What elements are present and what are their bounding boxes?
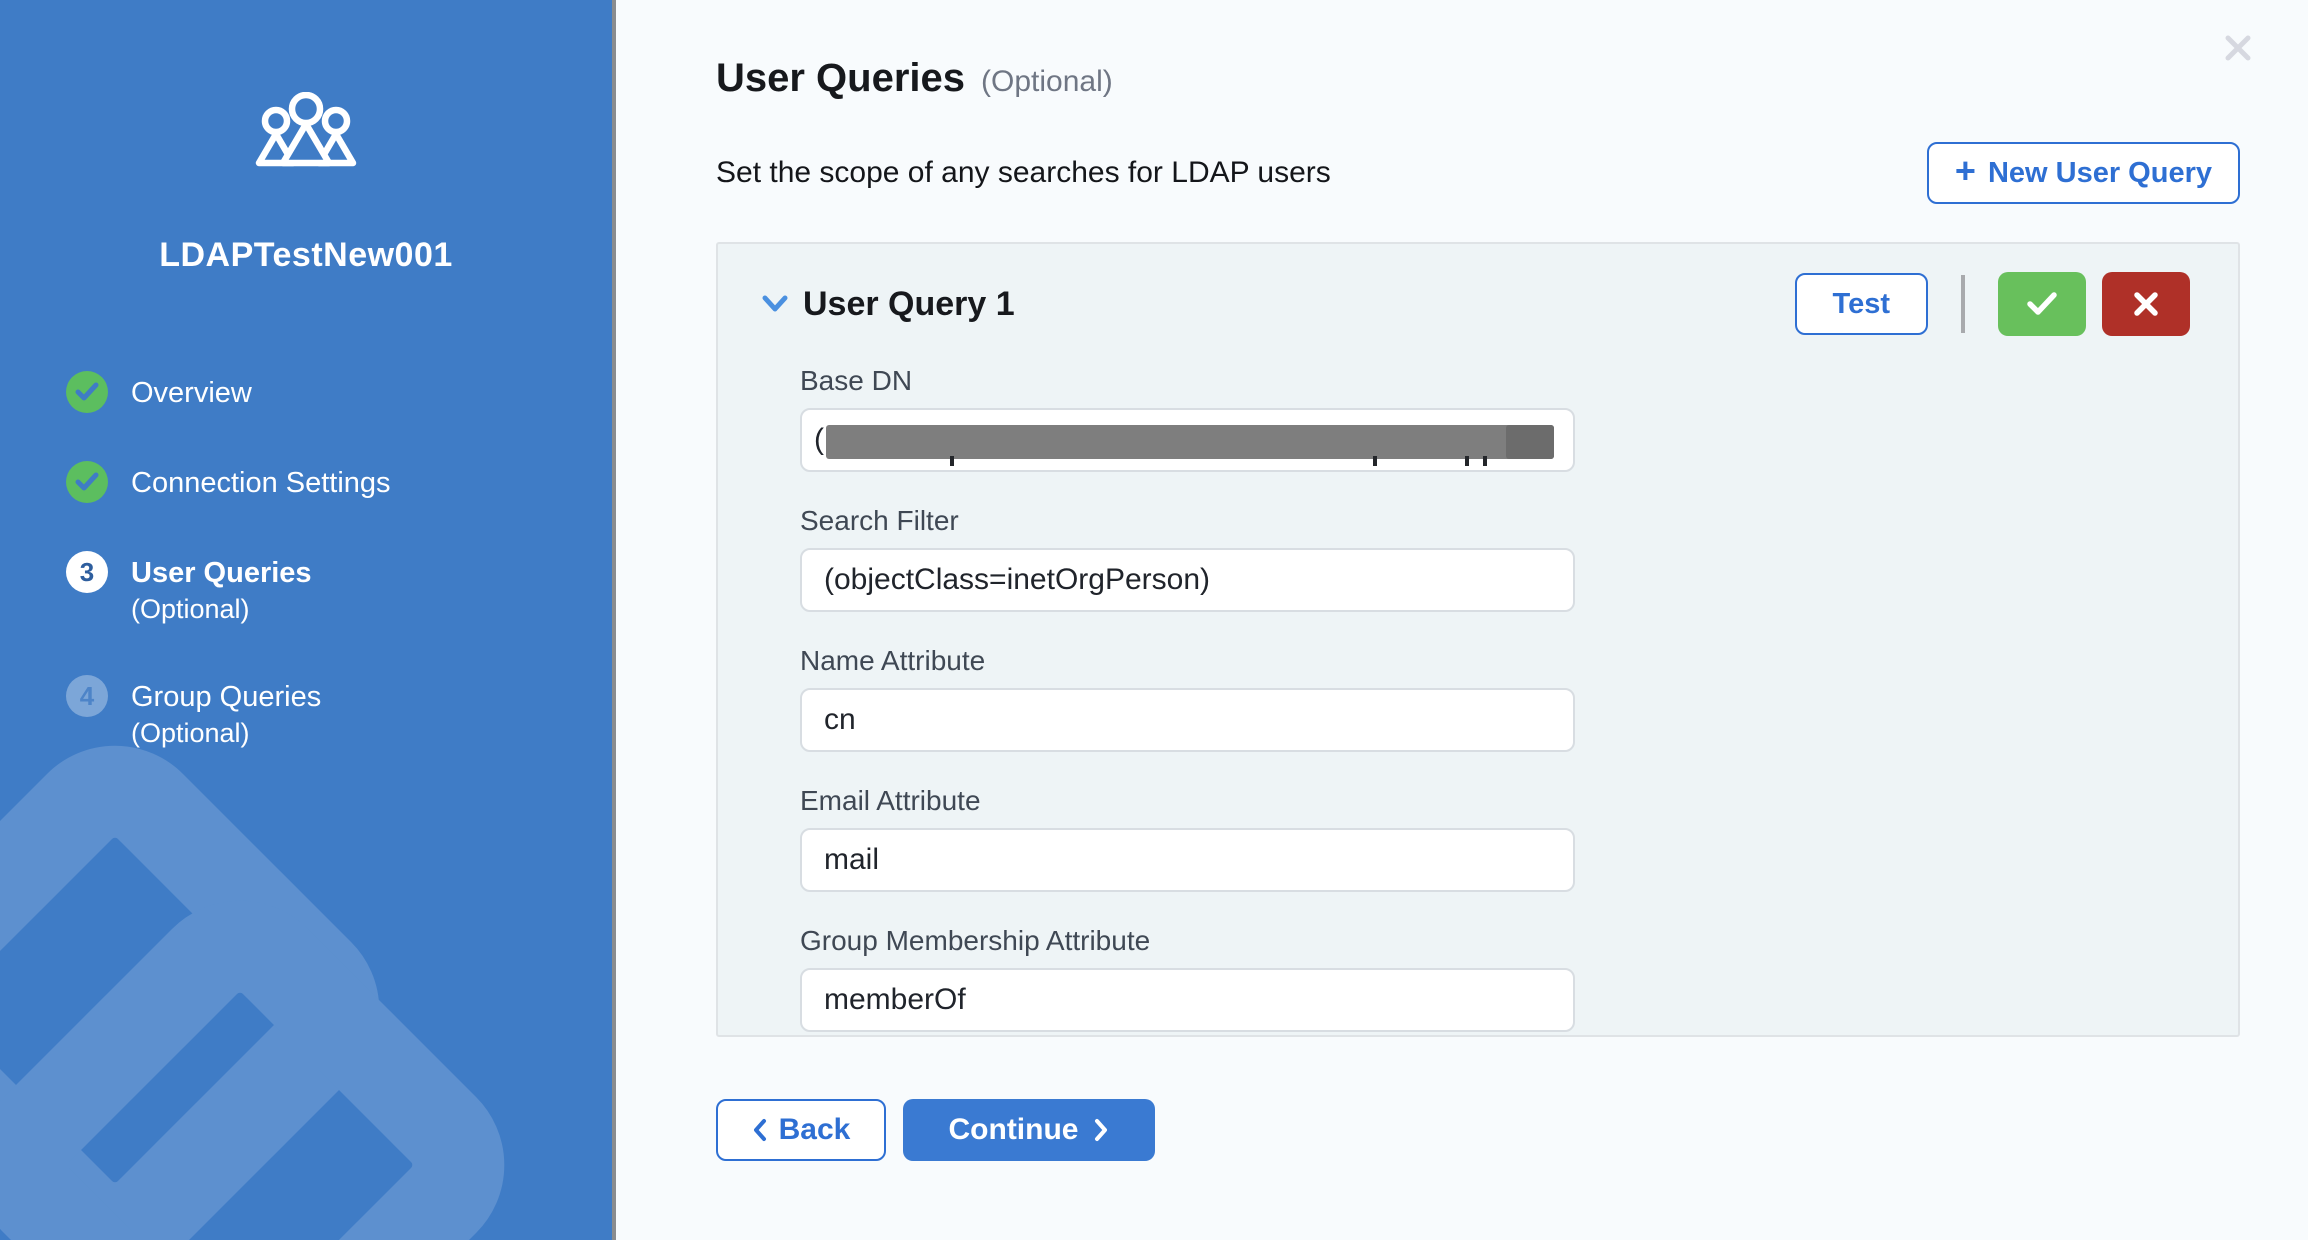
back-label: Back [779,1113,851,1147]
query-card-header: User Query 1 Test [760,272,2190,336]
page-optional-tag: (Optional) [981,65,1113,99]
query-fields: Base DN ( Search Filter (objectClass=ine… [800,364,2190,1032]
name-attribute-label: Name Attribute [800,644,2190,678]
chevron-right-icon [1094,1118,1109,1142]
step-label-sub: (Optional) [131,594,250,624]
connection-name: LDAPTestNew001 [0,236,612,275]
redacted-text-descender [1465,456,1469,466]
step-label: Overview [131,371,252,411]
step-connection-settings[interactable]: Connection Settings [66,461,612,503]
base-dn-field-group: Base DN ( [800,364,2190,472]
continue-button[interactable]: Continue [903,1099,1155,1161]
base-dn-input[interactable]: ( [800,408,1575,472]
confirm-query-button[interactable] [1998,272,2086,336]
step-complete-check-icon [66,461,108,503]
query-card-actions: Test [1795,272,2190,336]
step-label: Connection Settings [131,461,391,501]
search-filter-field-group: Search Filter (objectClass=inetOrgPerson… [800,504,2190,612]
chevron-left-icon [752,1118,767,1142]
user-queries-panel: User Queries (Optional) Set the scope of… [616,0,2308,1240]
check-icon [2025,290,2059,318]
close-icon[interactable] [2223,33,2253,63]
query-card-header-left: User Query 1 [760,285,1015,324]
step-label: Group Queries (Optional) [131,675,321,751]
name-attribute-field-group: Name Attribute cn [800,644,2190,752]
step-overview[interactable]: Overview [66,371,612,413]
query-title: User Query 1 [803,285,1015,324]
test-button[interactable]: Test [1795,273,1928,335]
people-group-icon [0,92,612,170]
wizard-footer: Back Continue [716,1099,2240,1161]
base-dn-label: Base DN [800,364,2190,398]
group-membership-attribute-label: Group Membership Attribute [800,924,2190,958]
wizard-steps: Overview Connection Settings 3 User Quer… [0,371,612,751]
step-user-queries[interactable]: 3 User Queries (Optional) [66,551,612,627]
email-attribute-input[interactable]: mail [800,828,1575,892]
chevron-down-icon[interactable] [760,294,790,314]
plus-icon: + [1955,156,1976,186]
redaction-bar [826,425,1554,459]
step-number-badge: 4 [66,675,108,717]
action-divider [1961,275,1965,333]
page-subtitle: Set the scope of any searches for LDAP u… [716,156,1331,190]
step-complete-check-icon [66,371,108,413]
group-membership-attribute-input[interactable]: memberOf [800,968,1575,1032]
group-membership-attribute-field-group: Group Membership Attribute memberOf [800,924,2190,1032]
step-label: User Queries (Optional) [131,551,312,627]
page-title: User Queries [716,56,965,101]
subtitle-row: Set the scope of any searches for LDAP u… [716,142,2240,204]
step-group-queries[interactable]: 4 Group Queries (Optional) [66,675,612,751]
search-filter-label: Search Filter [800,504,2190,538]
continue-label: Continue [949,1113,1079,1147]
user-query-card: User Query 1 Test [716,242,2240,1037]
redacted-text-descender [1373,456,1377,466]
new-user-query-button[interactable]: + New User Query [1927,142,2240,204]
back-button[interactable]: Back [716,1099,886,1161]
search-filter-input[interactable]: (objectClass=inetOrgPerson) [800,548,1575,612]
step-label-main: User Queries [131,557,312,589]
step-label-sub: (Optional) [131,718,250,748]
redaction-bar-cap [1506,425,1554,459]
email-attribute-field-group: Email Attribute mail [800,784,2190,892]
step-number-badge: 3 [66,551,108,593]
name-attribute-input[interactable]: cn [800,688,1575,752]
base-dn-visible-text: ( [814,423,824,457]
delete-query-button[interactable] [2102,272,2190,336]
redacted-text-descender [1483,456,1487,466]
step-label-main: Group Queries [131,681,321,713]
x-icon [2132,290,2160,318]
email-attribute-label: Email Attribute [800,784,2190,818]
new-user-query-label: New User Query [1988,157,2212,190]
page-title-row: User Queries (Optional) [716,56,2240,101]
wizard-sidebar: LDAPTestNew001 Overview Connection Setti… [0,0,616,1240]
redacted-text-descender [950,456,954,466]
